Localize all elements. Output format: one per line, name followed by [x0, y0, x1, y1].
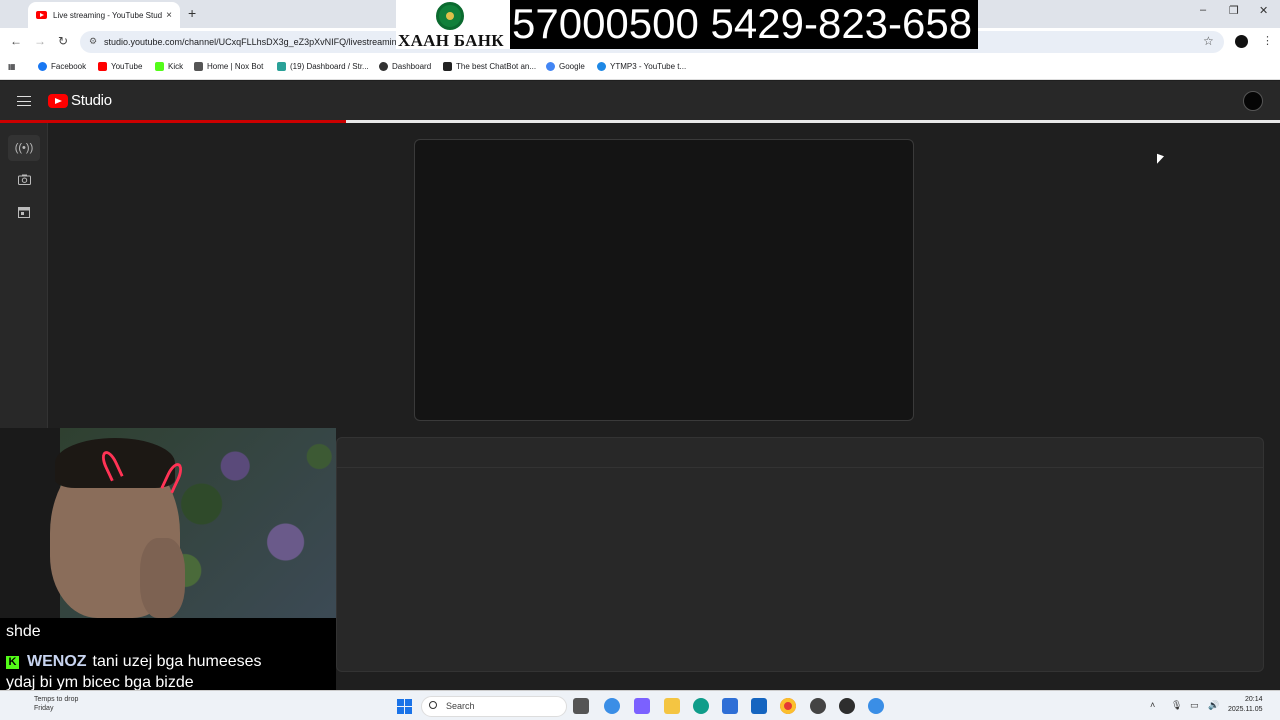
chrome-icon[interactable]: [780, 698, 796, 714]
kick-icon: [155, 62, 164, 71]
chat-message: K WENOZ tani uzej bga humeeses: [6, 653, 262, 671]
store-icon[interactable]: [722, 698, 738, 714]
bookmark-facebook[interactable]: Facebook: [38, 62, 86, 71]
chat-text: tani uzej bga humeeses: [92, 653, 262, 670]
taskbar-search[interactable]: Search: [421, 696, 567, 717]
tray-overflow-icon[interactable]: ˄: [1150, 700, 1155, 710]
file-explorer-icon[interactable]: [664, 698, 680, 714]
mouse-cursor-icon: [1157, 153, 1164, 167]
stream-icon[interactable]: ((•)): [8, 135, 40, 161]
bookmark-youtube[interactable]: YouTube: [98, 62, 142, 71]
taskbar-clock[interactable]: 20:14 2025.11.05: [1228, 695, 1263, 715]
back-arrow-icon[interactable]: ←: [10, 34, 22, 48]
account-avatar[interactable]: [1243, 91, 1263, 111]
facebook-icon: [38, 62, 47, 71]
details-panel-tabs: [337, 438, 1263, 468]
network-icon[interactable]: ▭: [1190, 700, 1199, 711]
chat-overlay: shde K WENOZ tani uzej bga humeeses ydaj b…: [0, 618, 336, 698]
dashboard-icon: [379, 62, 388, 71]
youtube-logo-icon[interactable]: [48, 94, 68, 108]
url-text: studio.youtube.com/channel/UCxqFLLhsDX3g…: [104, 37, 402, 47]
weather-widget[interactable]: Temps to drop Friday: [34, 695, 78, 713]
maximize-button[interactable]: ❐: [1229, 4, 1239, 17]
studio-header: Studio: [0, 81, 1280, 122]
clock-date: 2025.11.05: [1228, 706, 1263, 713]
google-icon: [546, 62, 555, 71]
new-tab-button[interactable]: +: [188, 5, 196, 21]
tab-live-streaming[interactable]: Live streaming - YouTube Studio ×: [28, 2, 180, 28]
bookmark-google[interactable]: Google: [546, 62, 585, 71]
dashboard-icon: [277, 62, 286, 71]
minimize-button[interactable]: –: [1200, 4, 1206, 16]
app-icon[interactable]: [839, 698, 855, 714]
reload-icon[interactable]: ↻: [58, 34, 68, 48]
chat-username: WENOZ: [27, 653, 87, 670]
search-icon: [429, 701, 437, 709]
stream-preview[interactable]: [414, 139, 914, 421]
clover-logo-icon: [436, 2, 464, 30]
webcam-overlay: [0, 428, 336, 618]
copilot-app-icon[interactable]: [868, 698, 884, 714]
ytmp3-icon: [597, 62, 606, 71]
bookmark-dashboard[interactable]: Dashboard: [379, 62, 431, 71]
bookmark-nox-bot[interactable]: Home | Nox Bot: [194, 62, 263, 71]
bookmark-ytmp3[interactable]: YTMP3 - YouTube t...: [597, 62, 686, 71]
youtube-icon: [98, 62, 107, 71]
microphone-icon[interactable]: 🎙: [1171, 700, 1182, 711]
home-icon: [194, 62, 203, 71]
tab-title: Live streaming - YouTube Studio: [53, 10, 163, 20]
windows-start-icon[interactable]: [397, 699, 412, 714]
bookmark-chatbot[interactable]: The best ChatBot an...: [443, 62, 536, 71]
stream-details-panel: [336, 437, 1264, 672]
chrome-menu-icon[interactable]: ⋮: [1262, 34, 1273, 47]
bookmark-dashboard-str[interactable]: (19) Dashboard / Str...: [277, 62, 369, 71]
chat-partial-line: shde: [6, 623, 41, 640]
window-close-button[interactable]: ✕: [1259, 4, 1268, 17]
edge-icon[interactable]: [693, 698, 709, 714]
outlook-icon[interactable]: [751, 698, 767, 714]
bookmark-kick[interactable]: Kick: [155, 62, 183, 71]
volume-icon[interactable]: 🔊: [1208, 700, 1219, 711]
profile-avatar[interactable]: [1235, 35, 1248, 48]
streamer-hand: [140, 538, 185, 618]
widgets-icon[interactable]: [634, 698, 650, 714]
studio-brand[interactable]: Studio: [71, 92, 112, 109]
site-info-icon[interactable]: ⚙: [89, 36, 97, 47]
task-view-icon[interactable]: [573, 698, 589, 714]
menu-icon[interactable]: [17, 96, 31, 106]
obs-icon[interactable]: [810, 698, 826, 714]
bookmarks-bar: ▦ Facebook YouTube Kick Home | Nox Bot (…: [0, 56, 1280, 80]
loading-progress-bar: [0, 120, 346, 123]
forward-arrow-icon[interactable]: →: [34, 34, 46, 48]
kick-badge-icon: K: [6, 656, 19, 669]
weather-line-1: Temps to drop: [34, 696, 79, 703]
clock-time: 20:14: [1244, 696, 1263, 703]
copilot-icon[interactable]: [604, 698, 620, 714]
camera-icon[interactable]: [8, 166, 40, 192]
bookmark-star-icon[interactable]: ☆: [1203, 34, 1214, 48]
bank-name: ХААН БАНК: [398, 31, 504, 50]
bank-logo: ХААН БАНК: [396, 0, 510, 50]
tab-close-button[interactable]: ×: [166, 10, 172, 21]
chatbot-icon: [443, 62, 452, 71]
youtube-favicon-icon: [36, 11, 47, 19]
weather-line-2: Friday: [34, 705, 54, 712]
windows-taskbar: Temps to drop Friday Search ˄ 🎙 ▭ 🔊 20:1…: [0, 690, 1280, 720]
account-number-banner: 57000500 5429-823-658: [510, 0, 978, 49]
apps-grid-icon[interactable]: ▦: [8, 62, 16, 71]
calendar-icon[interactable]: [8, 199, 40, 225]
